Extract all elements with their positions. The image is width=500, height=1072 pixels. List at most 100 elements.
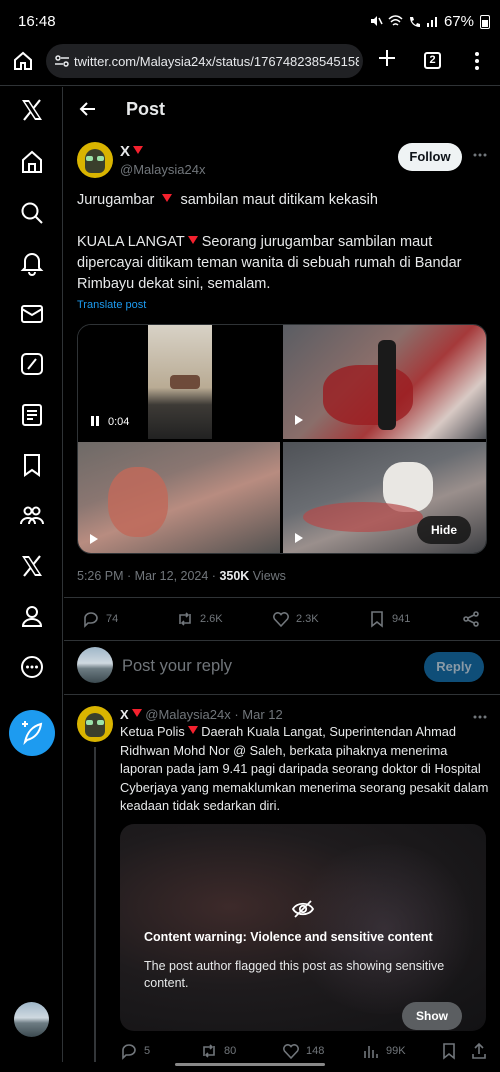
heart-icon: [283, 1044, 299, 1060]
site-settings-icon[interactable]: [54, 53, 70, 69]
hide-media-button[interactable]: Hide: [417, 516, 471, 544]
flag-triangle-icon: [187, 726, 198, 734]
pause-icon[interactable]: [84, 412, 106, 430]
share-icon: [463, 611, 479, 627]
address-bar[interactable]: twitter.com/Malaysia24x/status/176748238…: [46, 44, 363, 78]
views-count: 99K: [386, 1045, 406, 1057]
repost-icon: [179, 612, 191, 626]
x-logo-icon[interactable]: [19, 97, 45, 123]
play-icon[interactable]: [287, 411, 309, 429]
home-gesture-pill[interactable]: [175, 1063, 325, 1066]
status-icons: [369, 14, 440, 28]
repost-count: 2.6K: [200, 613, 223, 625]
status-bar: 16:48 67%: [0, 0, 500, 40]
sensitive-content-card: Content warning: Violence and sensitive …: [120, 824, 486, 1031]
media-video-1[interactable]: 0:04: [78, 325, 280, 439]
like-action[interactable]: 2.3K: [272, 610, 319, 628]
wifi-icon: [388, 14, 403, 26]
video-time: 0:04: [108, 416, 130, 428]
url-text[interactable]: twitter.com/Malaysia24x/status/176748238…: [74, 54, 359, 69]
notifications-icon[interactable]: [19, 250, 45, 276]
share-action[interactable]: [462, 610, 480, 628]
communities-icon[interactable]: [19, 503, 45, 529]
bookmark-action[interactable]: 941: [368, 610, 410, 628]
main-column: Post X @Malaysia24x Follow Jurugambar sa…: [64, 87, 500, 1062]
new-tab-icon[interactable]: [376, 47, 398, 69]
post-text-headline: Jurugambar sambilan maut ditikam kekasih: [77, 192, 378, 208]
show-content-button[interactable]: Show: [402, 1002, 462, 1030]
reply-composer-avatar[interactable]: [77, 647, 113, 683]
feather-plus-icon: [22, 721, 43, 746]
premium-x-icon[interactable]: [19, 553, 45, 579]
follow-button[interactable]: Follow: [398, 143, 462, 171]
reply-count: 74: [106, 613, 119, 625]
post-timestamp: 5:26 PM · Mar 12, 2024 · 350K Views: [77, 569, 286, 583]
translate-post-link[interactable]: Translate post: [77, 299, 146, 311]
divider: [64, 597, 500, 598]
reply-actions: 5 80 148 99K: [120, 1042, 490, 1062]
post-media-grid: 0:04 Hide: [77, 324, 487, 554]
bookmark-count: 941: [392, 613, 411, 625]
share-action[interactable]: [470, 1042, 488, 1060]
battery-percent: 67%: [443, 13, 474, 30]
repost-count: 80: [224, 1045, 237, 1057]
tab-switcher-button[interactable]: 2: [424, 52, 441, 69]
reply-action[interactable]: 74: [82, 610, 118, 628]
repost-action[interactable]: 80: [200, 1042, 236, 1060]
mute-icon: [371, 16, 383, 26]
share-icon: [472, 1042, 486, 1059]
reply-button[interactable]: Reply: [424, 652, 484, 682]
bookmark-icon: [443, 1043, 455, 1060]
account-avatar[interactable]: [14, 1002, 49, 1037]
messages-icon[interactable]: [19, 301, 45, 327]
flag-triangle-icon: [133, 146, 144, 154]
bookmarks-icon[interactable]: [19, 452, 45, 478]
repost-action[interactable]: 2.6K: [176, 610, 223, 628]
back-arrow-icon[interactable]: [78, 99, 98, 119]
views-chart-icon: [364, 1046, 378, 1058]
post-more-icon[interactable]: [472, 147, 488, 163]
thread-line: [94, 747, 96, 1062]
bookmark-action[interactable]: [440, 1042, 458, 1060]
home-icon[interactable]: [12, 50, 34, 72]
post-author-name[interactable]: X: [120, 143, 144, 160]
reply-author-avatar[interactable]: [77, 706, 113, 742]
warning-title: Content warning: Violence and sensitive …: [144, 930, 433, 944]
reply-input[interactable]: Post your reply: [122, 657, 232, 676]
warning-description: The post author flagged this post as sho…: [144, 959, 445, 990]
grok-icon[interactable]: [19, 351, 45, 377]
post-actions: 74 2.6K 2.3K 941: [64, 610, 500, 632]
system-nav-bar: [0, 1062, 500, 1072]
browser-toolbar: twitter.com/Malaysia24x/status/176748238…: [0, 40, 500, 86]
play-icon[interactable]: [287, 529, 309, 547]
home-nav-icon[interactable]: [19, 149, 45, 175]
eye-off-icon: [291, 900, 315, 918]
page-title: Post: [126, 99, 166, 119]
reply-action[interactable]: 5: [120, 1042, 150, 1060]
post-author-avatar[interactable]: [77, 142, 113, 178]
like-action[interactable]: 148: [282, 1042, 324, 1060]
flag-triangle-icon: [162, 194, 173, 202]
profile-icon[interactable]: [19, 603, 45, 629]
reply-icon: [122, 1044, 136, 1060]
flag-triangle-icon: [187, 236, 198, 244]
divider: [64, 694, 500, 695]
page-header: Post: [64, 87, 500, 131]
search-icon[interactable]: [19, 200, 45, 226]
play-icon[interactable]: [82, 530, 104, 548]
more-options-icon[interactable]: [19, 654, 45, 680]
divider: [64, 640, 500, 641]
post-text-body: KUALA LANGAT Seorang jurugambar sambilan…: [77, 234, 462, 292]
reply-author-name[interactable]: X: [120, 707, 129, 722]
lists-icon[interactable]: [19, 402, 45, 428]
media-video-3[interactable]: [78, 442, 280, 553]
overflow-menu-icon[interactable]: [474, 51, 480, 71]
media-video-2[interactable]: [283, 325, 486, 439]
reply-header: X @Malaysia24x · Mar 12: [120, 707, 283, 722]
views-action[interactable]: 99K: [362, 1042, 406, 1060]
repost-icon: [203, 1044, 215, 1058]
compose-post-button[interactable]: [9, 710, 55, 756]
heart-icon: [273, 612, 289, 628]
post-author-handle[interactable]: @Malaysia24x: [120, 162, 205, 177]
reply-handle-date[interactable]: @Malaysia24x · Mar 12: [142, 707, 282, 722]
